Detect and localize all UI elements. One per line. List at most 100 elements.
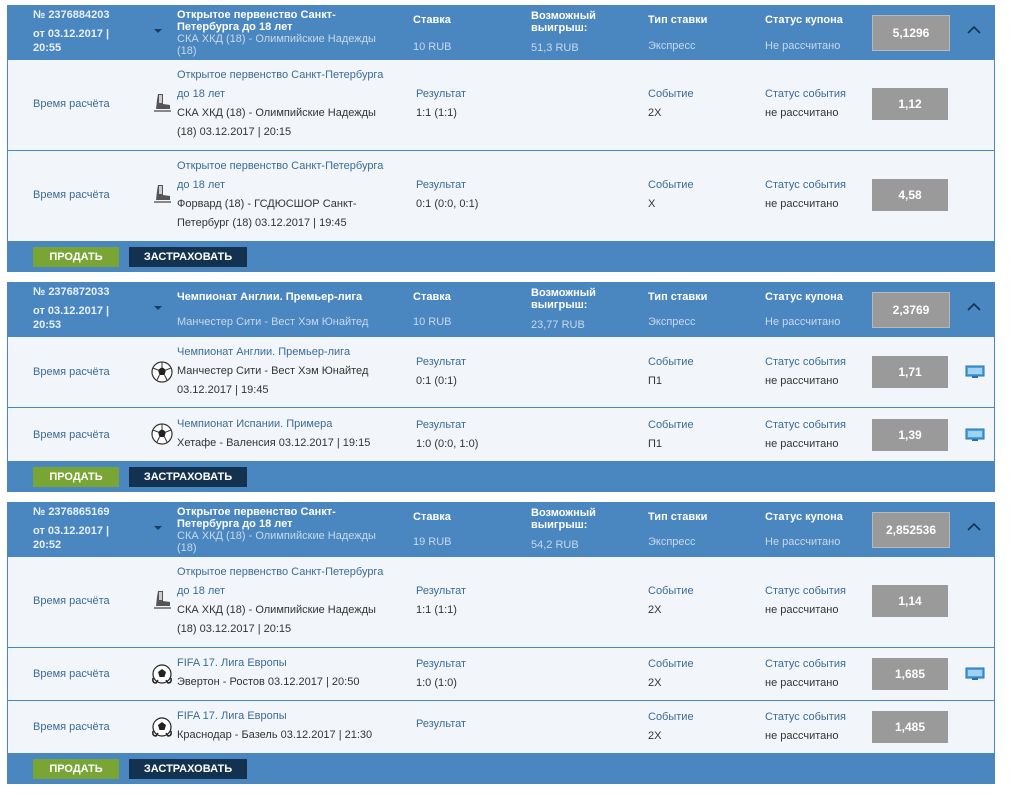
event-coefficient: 1,485 — [872, 711, 948, 743]
calc-time-label: Время расчёта — [33, 366, 110, 378]
event-value: Х — [648, 198, 656, 210]
bet-type-value: Экспресс — [648, 536, 696, 548]
tv-broadcast-icon[interactable] — [965, 365, 985, 379]
event-value: 2Х — [648, 107, 662, 119]
stake-value: 10 RUB — [413, 316, 452, 328]
event-status-label: Статус события — [765, 658, 846, 670]
chevron-up-icon[interactable] — [967, 302, 981, 311]
sell-button[interactable]: ПРОДАТЬ — [33, 467, 119, 487]
event-tournament[interactable]: Открытое первенство Санкт-Петербурга до … — [177, 563, 392, 601]
hockey-skate-icon — [154, 591, 171, 609]
event-coefficient: 1,71 — [872, 356, 948, 388]
insure-button[interactable]: ЗАСТРАХОВАТЬ — [129, 247, 247, 267]
event-status-label: Статус события — [765, 585, 846, 597]
coupon-card: № 2376884203 от 03.12.2017 | 20:55 Откры… — [7, 5, 995, 272]
coupon-tournament: Чемпионат Англии. Премьер-лига — [177, 291, 363, 303]
bet-type-value: Экспресс — [648, 40, 696, 52]
coupon-actions: ПРОДАТЬ ЗАСТРАХОВАТЬ — [7, 462, 995, 492]
result-value: 0:1 (0:0, 0:1) — [416, 198, 479, 210]
coupon-coefficient: 2,3769 — [872, 292, 950, 328]
event-row: Время расчёта Открытое первенство Санкт-… — [8, 557, 994, 648]
event-label: Событие — [648, 179, 694, 191]
event-tournament[interactable]: FIFA 17. Лига Европы — [177, 707, 392, 726]
coupon-date: от 03.12.2017 | 20:55 — [33, 28, 110, 54]
calc-time-label: Время расчёта — [33, 429, 110, 441]
event-tournament[interactable]: FIFA 17. Лига Европы — [177, 654, 392, 673]
event-label: Событие — [648, 711, 694, 723]
event-tournament[interactable]: Чемпионат Испании. Примера — [177, 415, 392, 434]
stake-label: Ставка — [413, 14, 451, 26]
possible-win-value: 51,3 RUB — [531, 42, 579, 54]
event-label: Событие — [648, 419, 694, 431]
event-row: Время расчёта FIFA 17. Лига Европы Эверт… — [8, 648, 994, 701]
event-match: СКА ХКД (18) - Олимпийские Надежды (18) … — [177, 604, 376, 635]
event-status-value: не рассчитано — [765, 730, 839, 742]
event-status-label: Статус события — [765, 356, 846, 368]
caret-down-icon[interactable] — [154, 526, 162, 530]
esports-icon — [152, 717, 172, 737]
event-status-label: Статус события — [765, 711, 846, 723]
coupon-tournament: Открытое первенство Санкт-Петербурга до … — [177, 506, 336, 530]
tv-broadcast-icon[interactable] — [965, 428, 985, 442]
result-label: Результат — [416, 88, 467, 100]
sell-button[interactable]: ПРОДАТЬ — [33, 247, 119, 267]
hockey-skate-icon — [154, 94, 171, 112]
calc-time-label: Время расчёта — [33, 98, 110, 110]
result-label: Результат — [416, 658, 467, 670]
calc-time-label: Время расчёта — [33, 595, 110, 607]
event-match: Краснодар - Базель 03.12.2017 | 21:30 — [177, 729, 373, 741]
stake-value: 19 RUB — [413, 536, 452, 548]
event-match: Манчестер Сити - Вест Хэм Юнайтед 03.12.… — [177, 365, 369, 396]
event-coefficient: 1,39 — [872, 419, 948, 451]
stake-label: Ставка — [413, 511, 451, 523]
possible-win-label: Возможный выигрыш: — [531, 287, 596, 311]
coupon-card: № 2376865169 от 03.12.2017 | 20:52 Откры… — [7, 502, 995, 784]
result-label: Результат — [416, 419, 467, 431]
caret-down-icon[interactable] — [154, 29, 162, 33]
event-coefficient: 1,685 — [872, 658, 948, 690]
event-status-value: не рассчитано — [765, 438, 839, 450]
calc-time-label: Время расчёта — [33, 721, 110, 733]
stake-label: Ставка — [413, 291, 451, 303]
event-status-label: Статус события — [765, 179, 846, 191]
result-label: Результат — [416, 585, 467, 597]
insure-button[interactable]: ЗАСТРАХОВАТЬ — [129, 467, 247, 487]
event-tournament[interactable]: Чемпионат Англии. Премьер-лига — [177, 343, 392, 362]
event-row: Время расчёта Чемпионат Англии. Премьер-… — [8, 337, 994, 408]
event-row: Время расчёта Чемпионат Испании. Примера… — [8, 408, 994, 462]
chevron-up-icon[interactable] — [967, 522, 981, 531]
event-tournament[interactable]: Открытое первенство Санкт-Петербурга до … — [177, 157, 392, 195]
result-label: Результат — [416, 718, 467, 730]
result-value: 1:1 (1:1) — [416, 107, 457, 119]
event-tournament[interactable]: Открытое первенство Санкт-Петербурга до … — [177, 66, 392, 104]
event-match: Эвертон - Ростов 03.12.2017 | 20:50 — [177, 676, 360, 688]
coupon-status-value: Не рассчитано — [765, 40, 841, 52]
event-label: Событие — [648, 88, 694, 100]
event-row: Время расчёта Открытое первенство Санкт-… — [8, 151, 994, 242]
event-coefficient: 1,14 — [872, 585, 948, 617]
chevron-up-icon[interactable] — [967, 25, 981, 34]
calc-time-label: Время расчёта — [33, 668, 110, 680]
event-status-label: Статус события — [765, 88, 846, 100]
result-label: Результат — [416, 356, 467, 368]
event-status-value: не рассчитано — [765, 677, 839, 689]
coupon-header[interactable]: № 2376884203 от 03.12.2017 | 20:55 Откры… — [7, 5, 995, 60]
coupon-header[interactable]: № 2376872033 от 03.12.2017 | 20:53 Чемпи… — [7, 282, 995, 337]
tv-broadcast-icon[interactable] — [965, 667, 985, 681]
coupon-header[interactable]: № 2376865169 от 03.12.2017 | 20:52 Откры… — [7, 502, 995, 557]
insure-button[interactable]: ЗАСТРАХОВАТЬ — [129, 759, 247, 779]
sell-button[interactable]: ПРОДАТЬ — [33, 759, 119, 779]
coupon-coefficient: 5,1296 — [872, 15, 950, 51]
event-row: Время расчёта FIFA 17. Лига Европы Красн… — [8, 701, 994, 754]
caret-down-icon[interactable] — [154, 306, 162, 310]
coupon-status-value: Не рассчитано — [765, 536, 841, 548]
bet-type-label: Тип ставки — [648, 14, 708, 26]
coupon-status-value: Не рассчитано — [765, 316, 841, 328]
possible-win-value: 54,2 RUB — [531, 539, 579, 551]
coupon-teams: СКА ХКД (18) - Олимпийские Надежды (18) — [177, 530, 376, 554]
event-status-value: не рассчитано — [765, 198, 839, 210]
result-value: 1:0 (0:0, 1:0) — [416, 438, 479, 450]
coupon-card: № 2376872033 от 03.12.2017 | 20:53 Чемпи… — [7, 282, 995, 492]
event-status-value: не рассчитано — [765, 107, 839, 119]
esports-icon — [152, 664, 172, 684]
